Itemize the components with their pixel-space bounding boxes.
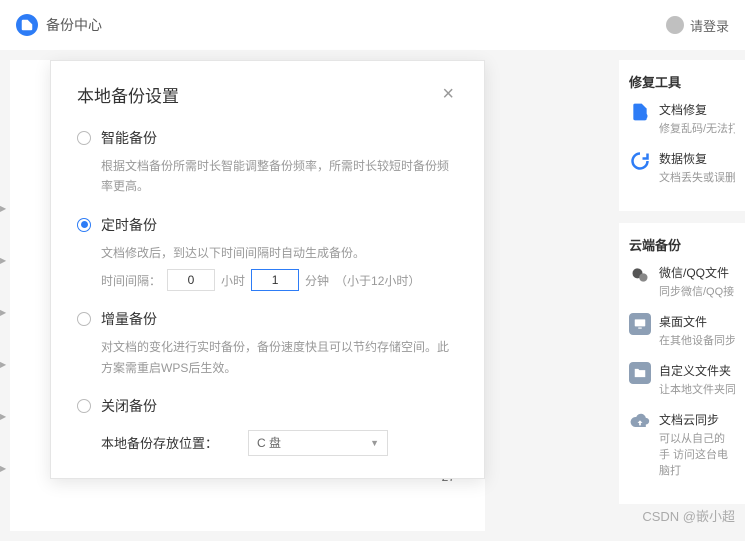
hour-input[interactable] bbox=[167, 269, 215, 291]
sidebar-item-desc: 可以从自己的手 访问这台电脑打 bbox=[659, 430, 735, 478]
sidebar-item-desc: 同步微信/QQ接 bbox=[659, 283, 735, 299]
location-value: C 盘 bbox=[257, 434, 281, 451]
sidebar: 修复工具 文档修复修复乱码/无法打 数据恢复文档丢失或误删 云端备份 微信/QQ… bbox=[619, 60, 745, 504]
sidebar-item-desc: 在其他设备同步 bbox=[659, 332, 735, 348]
chevron-down-icon: ▼ bbox=[370, 438, 379, 448]
sidebar-item-desc: 让本地文件夹同 bbox=[659, 381, 735, 397]
desktop-icon bbox=[629, 313, 651, 335]
backup-location-row: 本地备份存放位置： C 盘 ▼ bbox=[77, 430, 458, 456]
option-incremental-backup[interactable]: 增量备份 对文档的变化进行实时备份，备份速度快且可以节约存储空间。此方案需重启W… bbox=[77, 309, 458, 378]
card-title-cloud: 云端备份 bbox=[629, 235, 735, 254]
chevron-right-icon[interactable]: ▶ bbox=[0, 308, 6, 317]
option-label: 智能备份 bbox=[101, 128, 157, 148]
login-text: 请登录 bbox=[690, 16, 729, 35]
doc-repair-icon bbox=[629, 101, 651, 123]
option-smart-backup[interactable]: 智能备份 根据文档备份所需时长智能调整备份频率，所需时长较短时备份频率更高。 bbox=[77, 128, 458, 197]
sidebar-item-label: 自定义文件夹 bbox=[659, 362, 735, 379]
watermark: CSDN @嵌小超 bbox=[642, 506, 735, 525]
option-desc: 对文档的变化进行实时备份，备份速度快且可以节约存储空间。此方案需重启WPS后生效… bbox=[77, 337, 458, 378]
header: 备份中心 请登录 bbox=[0, 0, 745, 50]
login-button[interactable]: 请登录 bbox=[666, 16, 729, 35]
sidebar-item-doc-repair[interactable]: 文档修复修复乱码/无法打 bbox=[629, 101, 735, 136]
local-backup-settings-modal: 本地备份设置 × 智能备份 根据文档备份所需时长智能调整备份频率，所需时长较短时… bbox=[50, 60, 485, 479]
cloud-backup-card: 云端备份 微信/QQ文件同步微信/QQ接 桌面文件在其他设备同步 自定义文件夹让… bbox=[619, 223, 745, 504]
option-timed-backup[interactable]: 定时备份 文档修改后，到达以下时间间隔时自动生成备份。 时间间隔： 小时 分钟 … bbox=[77, 215, 458, 291]
sidebar-item-label: 微信/QQ文件 bbox=[659, 264, 735, 281]
option-off-backup[interactable]: 关闭备份 bbox=[77, 396, 458, 416]
sidebar-item-desc: 文档丢失或误删 bbox=[659, 169, 735, 185]
sidebar-item-desc: 修复乱码/无法打 bbox=[659, 120, 735, 136]
option-label: 定时备份 bbox=[101, 215, 157, 235]
option-desc: 文档修改后，到达以下时间间隔时自动生成备份。 bbox=[77, 243, 458, 263]
avatar-icon bbox=[666, 16, 684, 34]
sidebar-item-data-recovery[interactable]: 数据恢复文档丢失或误删 bbox=[629, 150, 735, 185]
chevron-right-icon[interactable]: ▶ bbox=[0, 412, 6, 421]
chevron-right-icon[interactable]: ▶ bbox=[0, 360, 6, 369]
sidebar-item-custom-folder[interactable]: 自定义文件夹让本地文件夹同 bbox=[629, 362, 735, 397]
sidebar-item-cloud-sync[interactable]: 文档云同步可以从自己的手 访问这台电脑打 bbox=[629, 411, 735, 478]
modal-title: 本地备份设置 bbox=[77, 82, 179, 107]
minute-input[interactable] bbox=[251, 269, 299, 291]
sidebar-item-label: 数据恢复 bbox=[659, 150, 735, 167]
data-recovery-icon bbox=[629, 150, 651, 172]
location-label: 本地备份存放位置： bbox=[101, 433, 218, 452]
chevron-right-icon[interactable]: ▶ bbox=[0, 204, 6, 213]
header-title: 备份中心 bbox=[46, 15, 102, 35]
chevron-right-icon[interactable]: ▶ bbox=[0, 464, 6, 473]
close-icon: × bbox=[442, 83, 454, 105]
app-logo bbox=[16, 14, 38, 36]
close-button[interactable]: × bbox=[438, 79, 458, 110]
option-label: 增量备份 bbox=[101, 309, 157, 329]
location-select[interactable]: C 盘 ▼ bbox=[248, 430, 388, 456]
sidebar-item-wechat-qq[interactable]: 微信/QQ文件同步微信/QQ接 bbox=[629, 264, 735, 299]
radio-incremental[interactable] bbox=[77, 312, 91, 326]
repair-tools-card: 修复工具 文档修复修复乱码/无法打 数据恢复文档丢失或误删 bbox=[619, 60, 745, 211]
header-left: 备份中心 bbox=[16, 14, 102, 36]
option-desc: 根据文档备份所需时长智能调整备份频率，所需时长较短时备份频率更高。 bbox=[77, 156, 458, 197]
interval-hint: （小于12小时） bbox=[335, 272, 420, 289]
wechat-icon bbox=[629, 264, 651, 286]
card-title-repair: 修复工具 bbox=[629, 72, 735, 91]
folder-icon bbox=[629, 362, 651, 384]
sidebar-item-label: 桌面文件 bbox=[659, 313, 735, 330]
minute-unit: 分钟 bbox=[305, 272, 329, 289]
radio-timed[interactable] bbox=[77, 218, 91, 232]
interval-label: 时间间隔： bbox=[101, 272, 161, 289]
radio-off[interactable] bbox=[77, 399, 91, 413]
interval-row: 时间间隔： 小时 分钟 （小于12小时） bbox=[77, 269, 458, 291]
sidebar-item-label: 文档云同步 bbox=[659, 411, 735, 428]
hour-unit: 小时 bbox=[221, 272, 245, 289]
option-label: 关闭备份 bbox=[101, 396, 157, 416]
chevron-right-icon[interactable]: ▶ bbox=[0, 256, 6, 265]
sidebar-item-label: 文档修复 bbox=[659, 101, 735, 118]
radio-smart[interactable] bbox=[77, 131, 91, 145]
sidebar-item-desktop[interactable]: 桌面文件在其他设备同步 bbox=[629, 313, 735, 348]
cloud-sync-icon bbox=[629, 411, 651, 433]
